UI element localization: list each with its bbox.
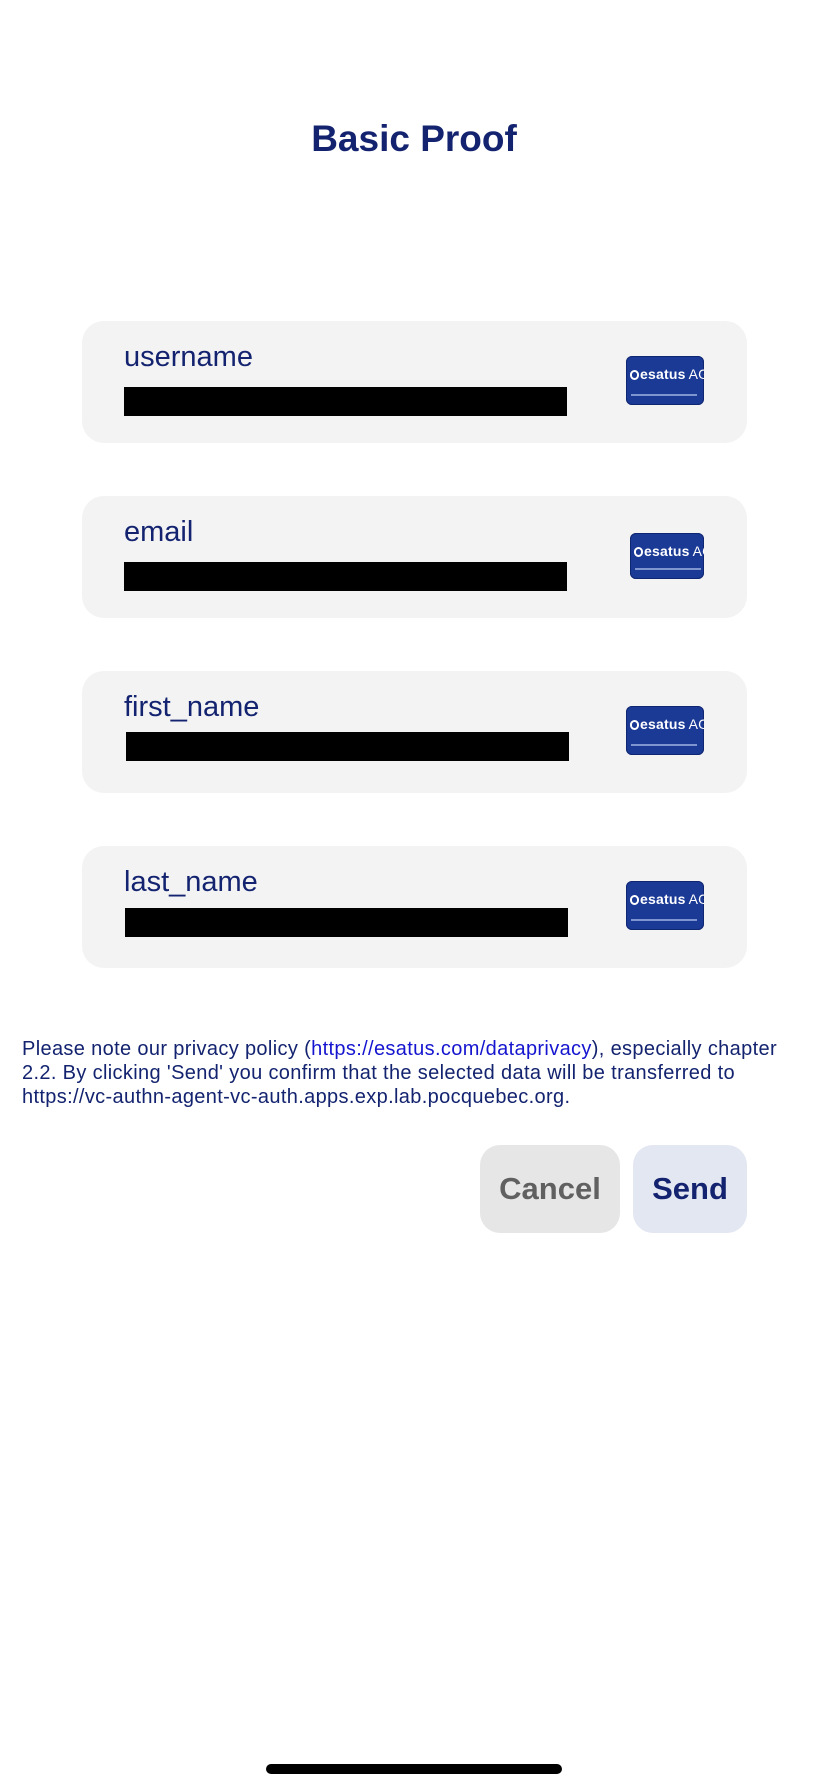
logo-suffix: AG	[688, 716, 704, 732]
logo-tagline	[631, 919, 697, 921]
logo-suffix: AG	[688, 366, 704, 382]
logo-name: esatus	[640, 366, 686, 382]
attribute-label: first_name	[124, 691, 260, 723]
send-button[interactable]: Send	[633, 1145, 747, 1233]
attribute-card-email[interactable]: email esatusAG	[82, 496, 747, 618]
lock-icon	[630, 370, 639, 380]
logo-suffix: AG	[692, 543, 704, 559]
attribute-label: last_name	[124, 866, 258, 898]
privacy-notice: Please note our privacy policy (https://…	[22, 1037, 812, 1109]
home-indicator[interactable]	[266, 1764, 562, 1774]
logo-name: esatus	[640, 716, 686, 732]
lock-icon	[630, 895, 639, 905]
logo-tagline	[631, 744, 697, 746]
attribute-label: username	[124, 341, 253, 373]
redacted-value	[126, 732, 569, 761]
logo-tagline	[635, 568, 701, 570]
issuer-logo-icon: esatusAG	[626, 706, 704, 755]
lock-icon	[630, 720, 639, 730]
logo-suffix: AG	[688, 891, 704, 907]
redacted-value	[125, 908, 568, 937]
privacy-notice-text-start: Please note our privacy policy (	[22, 1038, 312, 1060]
redacted-value	[124, 387, 567, 416]
issuer-logo-icon: esatusAG	[626, 356, 704, 405]
privacy-policy-link[interactable]: https://esatus.com/dataprivacy	[311, 1038, 592, 1060]
page-title: Basic Proof	[311, 118, 517, 159]
issuer-logo-icon: esatusAG	[626, 881, 704, 930]
cancel-button[interactable]: Cancel	[480, 1145, 620, 1233]
lock-icon	[634, 547, 643, 557]
attribute-card-username[interactable]: username esatus AG	[82, 321, 747, 443]
logo-name: esatus	[640, 891, 686, 907]
logo-tagline	[631, 394, 697, 396]
attribute-card-last-name[interactable]: last_name esatus AG	[82, 846, 747, 968]
issuer-logo-icon: esatusAG	[630, 533, 704, 579]
redacted-value	[124, 562, 567, 591]
logo-name: esatus	[644, 543, 690, 559]
attribute-label: email	[124, 516, 194, 548]
attribute-card-first-name[interactable]: first_name esatus AG	[82, 671, 747, 793]
